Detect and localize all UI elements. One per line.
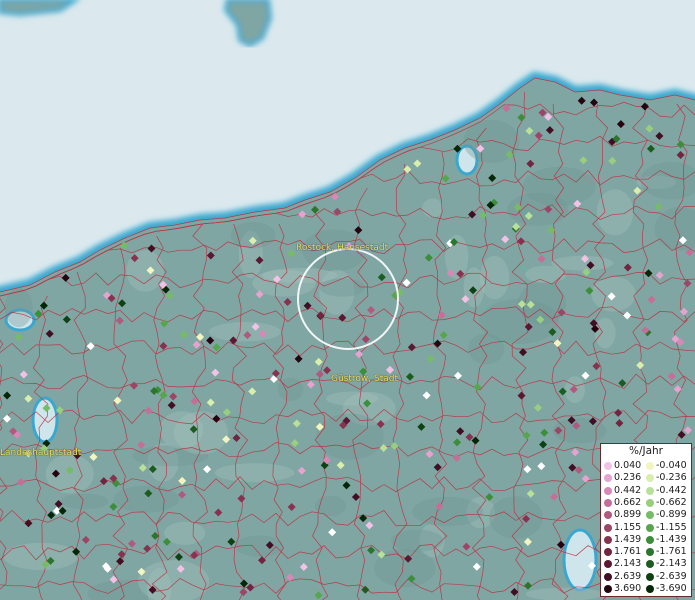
- legend-label: -0.236: [656, 472, 687, 484]
- terrain-blob: [319, 278, 366, 297]
- legend-swatch: [646, 511, 654, 520]
- legend-swatch: [646, 548, 654, 557]
- terrain-blob: [479, 299, 559, 344]
- map-view[interactable]: Rostock, Hansestadt Güstrow, Stadt Lande…: [0, 0, 695, 600]
- legend-label: 0.662: [614, 496, 642, 508]
- legend-swatch: [646, 474, 654, 483]
- legend-swatch: [646, 560, 654, 569]
- legend-label: -2.143: [656, 558, 687, 570]
- legend-label: 0.236: [614, 472, 642, 484]
- terrain-blob: [126, 250, 164, 292]
- legend-label: -0.442: [656, 484, 687, 496]
- legend-label: 1.761: [614, 546, 642, 558]
- terrain-blob: [61, 493, 109, 510]
- terrain-blob: [596, 189, 634, 236]
- terrain-blob: [591, 276, 636, 312]
- legend-swatch: [646, 535, 654, 544]
- legend-label: -1.439: [656, 533, 687, 545]
- terrain-blob: [479, 255, 510, 300]
- legend-swatch: [604, 572, 612, 581]
- legend-label: 0.040: [614, 460, 642, 471]
- legend-label: 1.155: [614, 521, 642, 533]
- legend-swatch: [604, 560, 612, 569]
- legend-swatch: [604, 523, 612, 532]
- legend-swatch: [604, 511, 612, 520]
- legend-swatch: [604, 474, 612, 483]
- legend-label: 2.639: [614, 570, 642, 582]
- legend-label: 2.143: [614, 558, 642, 570]
- legend-swatch: [646, 572, 654, 581]
- legend-label: 0.442: [614, 484, 642, 496]
- label-guestrow: Güstrow, Stadt: [331, 374, 398, 384]
- terrain-blob: [3, 542, 79, 571]
- legend-label: -1.761: [656, 546, 687, 558]
- legend-swatch: [604, 548, 612, 557]
- legend-label: -1.155: [656, 521, 687, 533]
- legend-swatch: [646, 486, 654, 495]
- legend: %/Jahr 0.040 -0.040 0.236 -0.236 0.442 -0.442…: [600, 443, 692, 597]
- legend-swatch: [646, 498, 654, 507]
- label-rostock: Rostock, Hansestadt: [296, 243, 389, 253]
- legend-label: -2.639: [656, 570, 687, 582]
- terrain-blob: [412, 496, 483, 527]
- legend-swatch: [604, 585, 612, 593]
- legend-swatch: [604, 535, 612, 544]
- legend-swatch: [604, 462, 612, 470]
- legend-label: 1.439: [614, 533, 642, 545]
- legend-swatch: [604, 486, 612, 495]
- terrain-blob: [525, 587, 603, 600]
- label-landeshauptstadt: Landeshauptstadt: [0, 448, 82, 458]
- terrain-blob: [489, 496, 543, 539]
- lake-southeast: [562, 528, 598, 592]
- legend-swatch: [646, 462, 654, 470]
- legend-label: -0.662: [656, 496, 687, 508]
- terrain-blob: [523, 166, 596, 207]
- legend-label: -3.690: [656, 583, 687, 594]
- legend-title: %/Jahr: [628, 445, 664, 457]
- legend-label: 0.899: [614, 509, 642, 521]
- terrain-blob: [214, 463, 295, 483]
- terrain-blob: [594, 317, 616, 349]
- terrain-blob: [422, 198, 443, 218]
- map-canvas: [0, 0, 695, 600]
- terrain-blob: [208, 322, 281, 342]
- legend-label: -0.899: [656, 509, 687, 521]
- legend-swatch: [646, 585, 654, 593]
- legend-swatch: [604, 498, 612, 507]
- legend-label: -0.040: [656, 460, 687, 471]
- legend-label: 3.690: [614, 583, 642, 594]
- legend-swatch: [646, 523, 654, 532]
